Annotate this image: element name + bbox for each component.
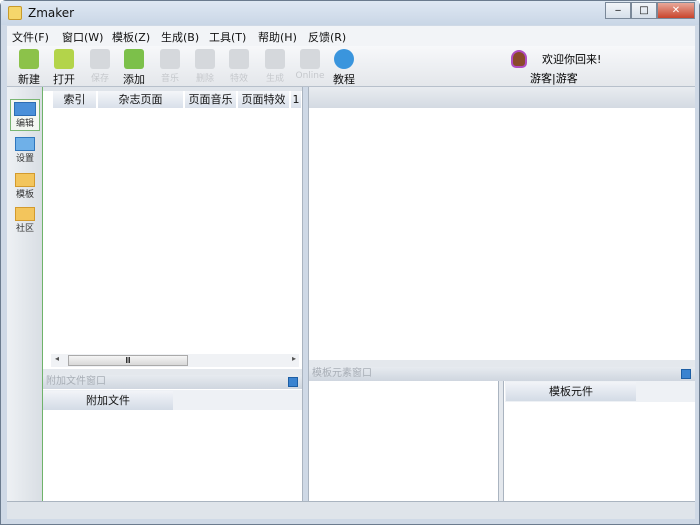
title-bar: Zmaker ‒ □ ✕ xyxy=(1,1,699,25)
sidebar: 编辑 设置 模板 社区 xyxy=(7,87,43,501)
sidebar-item-template[interactable]: 模板 xyxy=(12,173,38,201)
scroll-thumb[interactable]: Ⅲ xyxy=(68,355,188,366)
add-icon xyxy=(124,49,144,69)
settings-icon xyxy=(15,137,35,151)
toolbar-open-folder-button[interactable]: 打开 xyxy=(47,49,81,87)
user-avatar-icon xyxy=(511,50,527,68)
template-window-header: 模板元素窗口 xyxy=(309,367,695,381)
template-icon xyxy=(15,173,35,187)
menu-file[interactable]: 文件(F) xyxy=(12,29,49,45)
music-icon xyxy=(160,49,180,69)
column-more[interactable]: 1 xyxy=(291,91,301,108)
window-title: Zmaker xyxy=(28,6,75,20)
generate-icon xyxy=(265,49,285,69)
sidebar-item-community[interactable]: 社区 xyxy=(12,207,38,235)
minimize-button[interactable]: ‒ xyxy=(605,2,631,19)
toolbar-label: 音乐 xyxy=(160,74,179,84)
toolbar-label: 生成 xyxy=(265,74,284,84)
column-index[interactable]: 索引 xyxy=(53,91,96,108)
toolbar-save-button[interactable]: 保存 xyxy=(83,49,117,84)
toolbar-label: 特效 xyxy=(229,74,248,84)
new-icon xyxy=(19,49,39,69)
app-window: Zmaker ‒ □ ✕ 文件(F) 窗口(W) 模板(Z) 生成(B) 工具(… xyxy=(0,0,700,525)
toolbar-label: 教程 xyxy=(333,73,355,86)
toolbar-label: 删除 xyxy=(195,74,214,84)
attach-window-header: 附加文件窗口 xyxy=(43,375,302,389)
toolbar-online-button[interactable]: Online xyxy=(293,49,327,81)
dropdown-icon[interactable] xyxy=(681,369,691,379)
column-music[interactable]: 页面音乐 xyxy=(185,91,236,108)
dropdown-icon[interactable] xyxy=(288,377,298,387)
delete-icon xyxy=(195,49,215,69)
status-bar xyxy=(7,501,695,519)
sidebar-item-settings[interactable]: 设置 xyxy=(12,137,38,165)
toolbar-delete-button[interactable]: 删除 xyxy=(188,49,222,84)
sidebar-label: 设置 xyxy=(15,154,34,164)
column-page[interactable]: 杂志页面 xyxy=(98,91,183,108)
toolbar-music-button[interactable]: 音乐 xyxy=(153,49,187,84)
menu-template[interactable]: 模板(Z) xyxy=(112,29,150,45)
menu-build[interactable]: 生成(B) xyxy=(161,29,199,45)
save-icon xyxy=(90,49,110,69)
tab-template-elements[interactable]: 模板元件 xyxy=(506,382,636,401)
toolbar-new-button[interactable]: 新建 xyxy=(12,49,46,87)
horizontal-scrollbar[interactable]: ◂ Ⅲ ▸ xyxy=(51,354,299,367)
user-name[interactable]: 游客|游客 xyxy=(530,70,578,86)
app-icon xyxy=(8,6,22,20)
menu-help[interactable]: 帮助(H) xyxy=(258,29,297,45)
toolbar-label: Online xyxy=(295,71,325,81)
menu-feedback[interactable]: 反馈(R) xyxy=(308,29,346,45)
toolbar-add-button[interactable]: 添加 xyxy=(117,49,151,87)
sidebar-label: 模板 xyxy=(15,190,34,200)
tab-attach-files[interactable]: 附加文件 xyxy=(43,391,173,410)
attach-header-title: 附加文件窗口 xyxy=(46,376,106,387)
toolbar-label: 保存 xyxy=(90,74,109,84)
menu-window[interactable]: 窗口(W) xyxy=(62,29,103,45)
online-icon xyxy=(300,49,320,69)
column-effect[interactable]: 页面特效 xyxy=(238,91,289,108)
menu-bar: 文件(F) 窗口(W) 模板(Z) 生成(B) 工具(T) 帮助(H) 反馈(R… xyxy=(7,26,695,46)
toolbar-label: 打开 xyxy=(53,73,75,86)
menu-tools[interactable]: 工具(T) xyxy=(209,29,246,45)
toolbar-effect-button[interactable]: 特效 xyxy=(222,49,256,84)
community-icon xyxy=(15,207,35,221)
toolbar-label: 添加 xyxy=(123,73,145,86)
open-folder-icon xyxy=(54,49,74,69)
splitter[interactable] xyxy=(498,381,504,501)
maximize-button[interactable]: □ xyxy=(631,2,657,19)
edit-icon xyxy=(14,102,36,116)
page-list-panel: 索引 杂志页面 页面音乐 页面特效 1 ◂ Ⅲ ▸ 附加文件窗口 附加文件 xyxy=(43,87,303,501)
help-icon xyxy=(334,49,354,69)
sidebar-item-edit[interactable]: 编辑 xyxy=(10,99,40,131)
welcome-text: 欢迎你回来! xyxy=(542,53,602,66)
effect-icon xyxy=(229,49,249,69)
toolbar-help-button[interactable]: 教程 xyxy=(327,49,361,87)
close-button[interactable]: ✕ xyxy=(657,2,695,19)
preview-panel: 模板元素窗口 模板元件 xyxy=(308,87,695,501)
toolbar-label: 新建 xyxy=(18,73,40,86)
sidebar-label: 编辑 xyxy=(15,119,34,129)
toolbar-generate-button[interactable]: 生成 xyxy=(258,49,292,84)
sidebar-label: 社区 xyxy=(15,224,34,234)
template-header-title: 模板元素窗口 xyxy=(312,368,372,379)
